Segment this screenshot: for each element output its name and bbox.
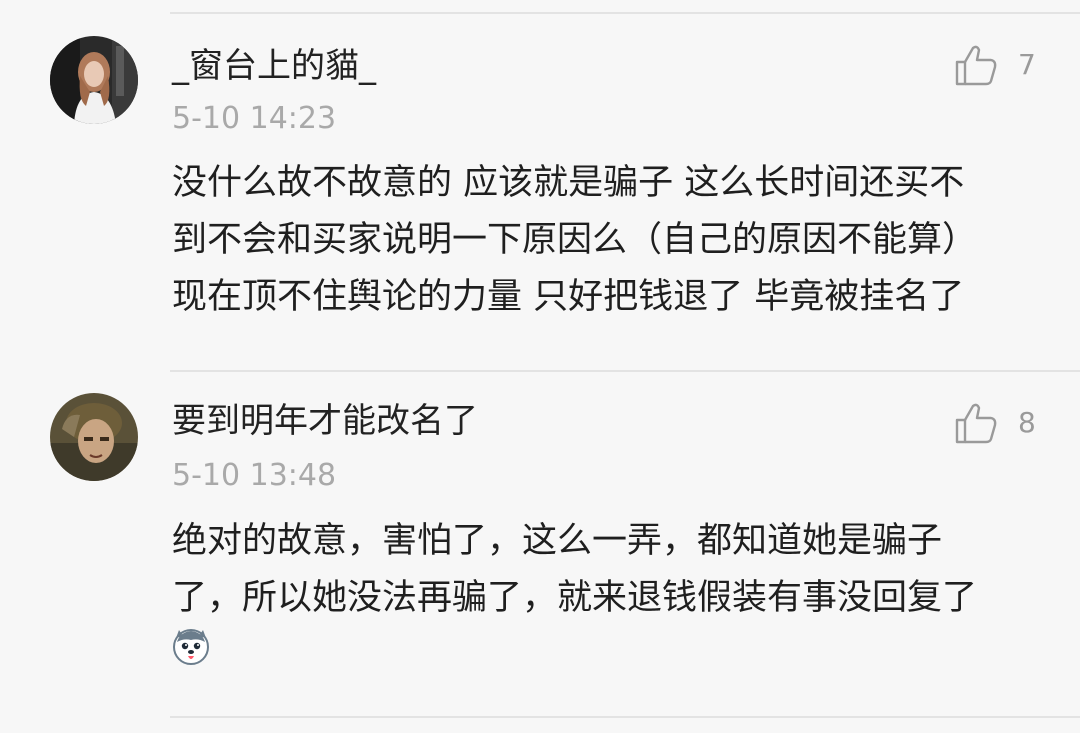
divider-top bbox=[170, 12, 1080, 14]
comment-line: 到不会和买家说明一下原因么（自己的原因不能算） bbox=[172, 220, 978, 260]
username-1[interactable]: _窗台上的貓_ bbox=[172, 46, 376, 86]
divider-middle bbox=[170, 370, 1080, 372]
thumbs-up-icon[interactable] bbox=[953, 42, 999, 88]
timestamp-1: 5-10 14:23 bbox=[172, 101, 337, 136]
user-avatar-2[interactable] bbox=[50, 393, 138, 481]
like-count-1: 7 bbox=[1018, 48, 1036, 81]
timestamp-2: 5-10 13:48 bbox=[172, 458, 337, 493]
divider-bottom bbox=[170, 716, 1080, 718]
comment-body-2: 绝对的故意，害怕了，这么一弄，都知道她是骗子 了，所以她没法再骗了，就来退钱假装… bbox=[172, 513, 1052, 627]
avatar-girl-photo-icon bbox=[50, 36, 138, 124]
comment-line: 现在顶不住舆论的力量 只好把钱退了 毕竟被挂名了 bbox=[172, 277, 965, 317]
user-avatar-1[interactable] bbox=[50, 36, 138, 124]
avatar-portrait-photo-icon bbox=[50, 393, 138, 481]
comment-line: 没什么故不故意的 应该就是骗子 这么长时间还买不 bbox=[172, 163, 965, 203]
username-2[interactable]: 要到明年才能改名了 bbox=[172, 401, 478, 441]
husky-dog-emoji-icon bbox=[173, 629, 209, 665]
comment-line: 绝对的故意，害怕了，这么一弄，都知道她是骗子 bbox=[172, 521, 943, 561]
comment-body-1: 没什么故不故意的 应该就是骗子 这么长时间还买不 到不会和买家说明一下原因么（自… bbox=[172, 155, 1052, 326]
comment-line: 了，所以她没法再骗了，就来退钱假装有事没回复了 bbox=[172, 578, 978, 618]
thumbs-up-icon[interactable] bbox=[953, 400, 999, 446]
like-count-2: 8 bbox=[1018, 406, 1036, 439]
